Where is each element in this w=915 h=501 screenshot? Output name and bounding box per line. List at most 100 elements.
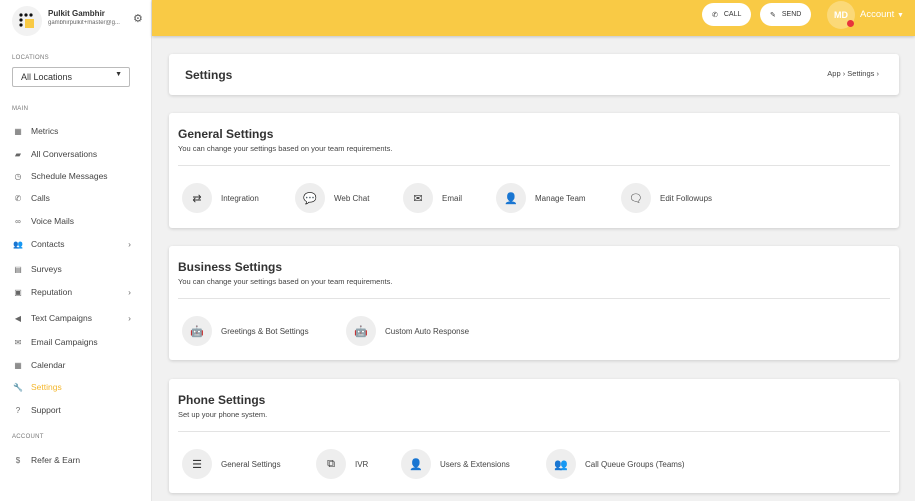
megaphone-icon: ◀ xyxy=(14,313,22,323)
user-icon: 👤 xyxy=(401,449,431,479)
sidebar-item-metrics[interactable]: ▦ Metrics xyxy=(12,124,137,138)
sidebar: Pulkit Gambhir gambhirpulkit+master@g...… xyxy=(0,0,152,501)
sidebar-item-label: All Conversations xyxy=(31,149,98,159)
option-label: Edit Followups xyxy=(660,193,713,203)
sidebar-item-email-campaigns[interactable]: ✉ Email Campaigns xyxy=(12,335,137,349)
sidebar-item-text-campaigns[interactable]: ◀ Text Campaigns › xyxy=(12,311,137,325)
calendar-icon: ▦ xyxy=(14,360,22,370)
star-box-icon: ▣ xyxy=(14,287,22,297)
chevron-right-icon: › xyxy=(128,239,131,249)
option-manage-team[interactable]: 👤 Manage Team xyxy=(496,183,586,213)
bot-icon: 🤖 xyxy=(182,316,212,346)
sidebar-item-label: Surveys xyxy=(31,264,62,274)
option-label: Custom Auto Response xyxy=(385,326,470,336)
auto-response-icon: 🤖 xyxy=(346,316,376,346)
chevron-right-icon: › xyxy=(128,313,131,323)
sidebar-item-label: Calendar xyxy=(31,360,66,370)
sidebar-item-label: Reputation xyxy=(31,287,73,297)
option-label: Integration xyxy=(221,193,259,203)
sidebar-item-label: Refer & Earn xyxy=(31,455,81,465)
sidebar-item-all-conversations[interactable]: ▰ All Conversations xyxy=(12,147,137,161)
gear-icon[interactable]: ⚙ xyxy=(133,12,143,25)
option-label: Web Chat xyxy=(334,193,370,203)
option-users-extensions[interactable]: 👤 Users & Extensions xyxy=(401,449,510,479)
settings-section: Business Settings You can change your set… xyxy=(169,246,899,360)
webchat-icon: 💬 xyxy=(295,183,325,213)
email-settings-icon: ✉ xyxy=(403,183,433,213)
option-call-queue-groups-teams-[interactable]: 👥 Call Queue Groups (Teams) xyxy=(546,449,685,479)
pencil-icon: ✎ xyxy=(770,11,776,19)
breadcrumb: App › Settings › xyxy=(827,69,879,78)
divider xyxy=(178,298,890,299)
integration-icon: ⇄ xyxy=(182,183,212,213)
phone-icon: ✆ xyxy=(14,193,22,203)
chat-icon: ▰ xyxy=(14,149,22,159)
section-title: General Settings xyxy=(178,127,274,141)
clock-icon: ◷ xyxy=(14,171,22,181)
sidebar-item-refer-earn[interactable]: $ Refer & Earn xyxy=(12,453,137,467)
document-icon: ▤ xyxy=(14,264,22,274)
chart-icon: ▦ xyxy=(14,126,22,136)
sidebar-item-surveys[interactable]: ▤ Surveys xyxy=(12,262,137,276)
voicemail-icon: ∞ xyxy=(15,216,21,226)
help-icon: ? xyxy=(15,405,21,415)
sidebar-item-settings[interactable]: 🔧 Settings xyxy=(12,380,137,394)
sidebar-item-label: Schedule Messages xyxy=(31,171,108,181)
option-integration[interactable]: ⇄ Integration xyxy=(182,183,259,213)
option-general-settings[interactable]: ☰ General Settings xyxy=(182,449,281,479)
option-label: Greetings & Bot Settings xyxy=(221,326,309,336)
section-title: Phone Settings xyxy=(178,393,266,407)
sidebar-item-label: Text Campaigns xyxy=(31,313,92,323)
sidebar-item-reputation[interactable]: ▣ Reputation › xyxy=(12,285,137,299)
option-greetings-bot-settings[interactable]: 🤖 Greetings & Bot Settings xyxy=(182,316,309,346)
section-title: Business Settings xyxy=(178,260,283,274)
account-label: Account xyxy=(860,9,895,20)
account-section-label: ACCOUNT xyxy=(12,434,44,440)
user-email: gambhirpulkit+master@g... xyxy=(48,20,120,26)
location-selected: All Locations xyxy=(21,72,73,82)
sidebar-item-calls[interactable]: ✆ Calls xyxy=(12,191,137,205)
section-subtitle: You can change your settings based on yo… xyxy=(178,144,393,153)
sidebar-item-label: Contacts xyxy=(31,239,65,249)
section-subtitle: Set up your phone system. xyxy=(178,410,268,419)
call-button[interactable]: ✆ CALL xyxy=(702,3,752,26)
user-name: Pulkit Gambhir xyxy=(48,9,105,18)
ivr-icon: ⧉ xyxy=(316,449,346,479)
sidebar-item-calendar[interactable]: ▦ Calendar xyxy=(12,358,137,372)
option-label: IVR xyxy=(355,459,369,469)
chevron-right-icon: › xyxy=(128,287,131,297)
add-user-icon: 👤 xyxy=(496,183,526,213)
location-select[interactable]: All Locations ▼ xyxy=(12,67,130,87)
breadcrumb-current: Settings xyxy=(847,69,875,78)
option-edit-followups[interactable]: 🗨 Edit Followups xyxy=(621,183,712,213)
sidebar-item-schedule-messages[interactable]: ◷ Schedule Messages xyxy=(12,169,137,183)
account-menu[interactable]: Account ▼ xyxy=(860,9,904,20)
option-web-chat[interactable]: 💬 Web Chat xyxy=(295,183,369,213)
sidebar-item-voice-mails[interactable]: ∞ Voice Mails xyxy=(12,214,137,228)
option-ivr[interactable]: ⧉ IVR xyxy=(316,449,368,479)
section-subtitle: You can change your settings based on yo… xyxy=(178,277,393,286)
divider xyxy=(178,431,890,432)
call-label: CALL xyxy=(723,11,742,18)
divider xyxy=(178,165,890,166)
sliders-icon: ☰ xyxy=(182,449,212,479)
phone-icon: ✆ xyxy=(712,11,718,19)
page-header: Settings App › Settings › xyxy=(169,54,899,95)
dollar-icon: $ xyxy=(15,455,21,465)
breadcrumb-app[interactable]: App xyxy=(827,69,840,78)
sidebar-item-label: Voice Mails xyxy=(31,216,74,226)
brand-logo xyxy=(12,6,42,36)
sidebar-item-support[interactable]: ? Support xyxy=(12,403,137,417)
option-label: General Settings xyxy=(221,459,281,469)
mail-icon: ✉ xyxy=(14,337,22,347)
sidebar-item-contacts[interactable]: 👥 Contacts › xyxy=(12,237,137,251)
sidebar-item-label: Support xyxy=(31,405,61,415)
send-button[interactable]: ✎ SEND xyxy=(760,3,812,26)
page-title: Settings xyxy=(185,68,233,82)
option-custom-auto-response[interactable]: 🤖 Custom Auto Response xyxy=(346,316,469,346)
option-email[interactable]: ✉ Email xyxy=(403,183,462,213)
settings-section: Phone Settings Set up your phone system. ☰… xyxy=(169,379,899,493)
people-icon: 👥 xyxy=(13,239,23,249)
wrench-icon: 🔧 xyxy=(13,382,23,392)
sidebar-item-label: Metrics xyxy=(31,126,59,136)
